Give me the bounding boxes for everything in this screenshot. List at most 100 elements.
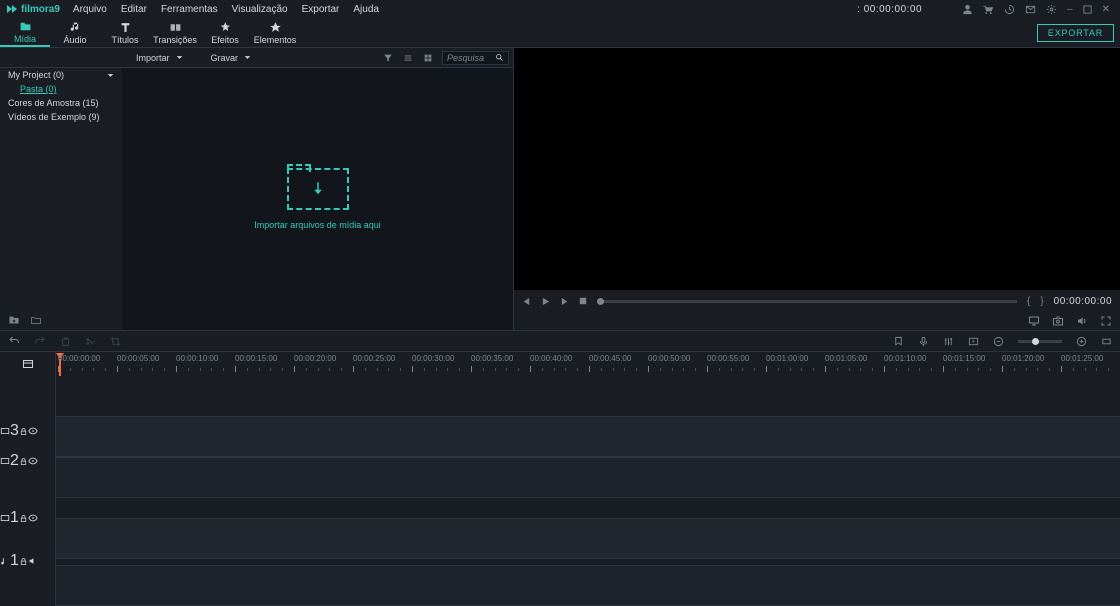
tab-audio-label: Áudio	[63, 35, 86, 45]
ruler-tick: 00:00:35:00	[471, 354, 513, 363]
eye-icon[interactable]	[28, 426, 38, 436]
zoom-slider[interactable]	[1018, 340, 1062, 343]
menu-ferramentas[interactable]: Ferramentas	[154, 4, 225, 15]
mark-in-icon[interactable]: {	[1027, 296, 1030, 307]
chevron-down-icon	[176, 54, 183, 61]
tab-titulos-label: Títulos	[111, 35, 138, 45]
delete-button[interactable]	[60, 336, 71, 347]
ruler-tick: 00:00:30:00	[412, 354, 454, 363]
lock-icon[interactable]	[19, 557, 28, 566]
filter-icon[interactable]	[378, 53, 398, 63]
track-head-v2[interactable]: 2	[0, 446, 55, 476]
user-icon[interactable]	[962, 4, 973, 15]
zoom-fit-button[interactable]	[1101, 336, 1112, 347]
export-button[interactable]: EXPORTAR	[1037, 24, 1114, 42]
snapshot-icon[interactable]	[1052, 315, 1064, 327]
mixer-icon[interactable]	[943, 336, 954, 347]
tab-elementos[interactable]: Elementos	[250, 18, 300, 47]
track-head-v3[interactable]: 3	[0, 416, 55, 446]
media-drop-zone[interactable]: Importar arquivos de mídia aqui	[122, 68, 513, 330]
lock-icon[interactable]	[19, 427, 28, 436]
app-name: filmora9	[21, 4, 60, 15]
marker-icon[interactable]	[893, 336, 904, 347]
split-button[interactable]	[85, 336, 96, 347]
mail-icon[interactable]	[1025, 4, 1036, 15]
sort-list-icon[interactable]	[398, 53, 418, 63]
video-track-icon	[0, 513, 10, 523]
crop-button[interactable]	[110, 336, 121, 347]
close-button[interactable]: ✕	[1102, 4, 1110, 15]
menu-ajuda[interactable]: Ajuda	[346, 4, 386, 15]
track-number: 1	[10, 552, 19, 570]
maximize-button[interactable]	[1083, 5, 1092, 14]
track-lane-v2[interactable]	[56, 457, 1120, 498]
mark-out-icon[interactable]: }	[1040, 296, 1043, 307]
settings-icon[interactable]	[1046, 4, 1057, 15]
chevron-down-icon	[244, 54, 251, 61]
lock-icon[interactable]	[19, 457, 28, 466]
track-head-v1[interactable]: 1	[0, 496, 55, 540]
app-logo: filmora9	[0, 3, 66, 15]
track-lane-a1[interactable]	[56, 565, 1120, 606]
tab-efeitos-label: Efeitos	[211, 35, 239, 45]
open-folder-icon[interactable]	[30, 314, 42, 326]
zoom-in-button[interactable]	[1076, 336, 1087, 347]
zoom-out-button[interactable]	[993, 336, 1004, 347]
video-track-icon	[0, 456, 10, 466]
tree-item-label: Pasta (0)	[20, 84, 57, 94]
display-icon[interactable]	[1028, 315, 1040, 327]
render-icon[interactable]	[968, 336, 979, 347]
volume-icon[interactable]	[1076, 315, 1088, 327]
redo-button[interactable]	[34, 335, 46, 347]
tab-midia[interactable]: Mídia	[0, 18, 50, 47]
track-head-a1[interactable]: 1	[0, 546, 55, 576]
folder-tree: My Project (0) Pasta (0) Cores de Amostr…	[0, 68, 122, 330]
tab-titulos[interactable]: Títulos	[100, 18, 150, 47]
search-box[interactable]	[442, 51, 509, 65]
eye-icon[interactable]	[28, 513, 38, 523]
fullscreen-icon[interactable]	[1100, 315, 1112, 327]
timeline-ruler[interactable]: 00:00:00:0000:00:05:0000:00:10:0000:00:1…	[56, 352, 1120, 376]
track-lane-v3[interactable]	[56, 416, 1120, 457]
preview-scrubber[interactable]	[597, 300, 1017, 303]
grid-view-icon[interactable]	[418, 53, 438, 63]
history-icon[interactable]	[1004, 4, 1015, 15]
prev-frame-button[interactable]	[522, 297, 531, 306]
timeline-options-icon[interactable]	[22, 358, 34, 370]
next-frame-button[interactable]	[560, 297, 569, 306]
minimize-button[interactable]: ‒	[1067, 4, 1073, 15]
eye-icon[interactable]	[28, 456, 38, 466]
cart-icon[interactable]	[983, 4, 994, 15]
menu-editar[interactable]: Editar	[114, 4, 154, 15]
player-timecode: : 00:00:00:00	[857, 4, 962, 15]
tab-transicoes-label: Transições	[153, 35, 197, 45]
tree-item-cores[interactable]: Cores de Amostra (15)	[0, 96, 122, 110]
menu-arquivo[interactable]: Arquivo	[66, 4, 114, 15]
tab-audio[interactable]: Áudio	[50, 18, 100, 47]
tab-efeitos[interactable]: Efeitos	[200, 18, 250, 47]
undo-button[interactable]	[8, 335, 20, 347]
ruler-tick: 00:01:05:00	[825, 354, 867, 363]
record-dropdown[interactable]: Gravar	[197, 53, 266, 63]
ruler-tick: 00:00:05:00	[117, 354, 159, 363]
preview-canvas	[514, 48, 1120, 290]
tab-transicoes[interactable]: Transições	[150, 18, 200, 47]
track-number: 2	[10, 452, 19, 470]
tree-item-myproject[interactable]: My Project (0)	[0, 68, 122, 82]
mute-icon[interactable]	[28, 556, 38, 566]
tree-item-pasta[interactable]: Pasta (0)	[0, 82, 122, 96]
search-input[interactable]	[447, 53, 495, 63]
tree-item-videos[interactable]: Vídeos de Exemplo (9)	[0, 110, 122, 124]
stop-button[interactable]	[579, 297, 587, 305]
menu-visualizacao[interactable]: Visualização	[225, 4, 295, 15]
mic-icon[interactable]	[918, 336, 929, 347]
ruler-tick: 00:00:45:00	[589, 354, 631, 363]
lock-icon[interactable]	[19, 514, 28, 523]
track-lane-v1[interactable]	[56, 518, 1120, 559]
new-folder-icon[interactable]	[8, 314, 20, 326]
ruler-tick: 00:00:10:00	[176, 354, 218, 363]
menu-exportar[interactable]: Exportar	[295, 4, 347, 15]
import-dropdown[interactable]: Importar	[122, 53, 197, 63]
timeline-lanes[interactable]	[56, 376, 1120, 606]
play-button[interactable]	[541, 297, 550, 306]
